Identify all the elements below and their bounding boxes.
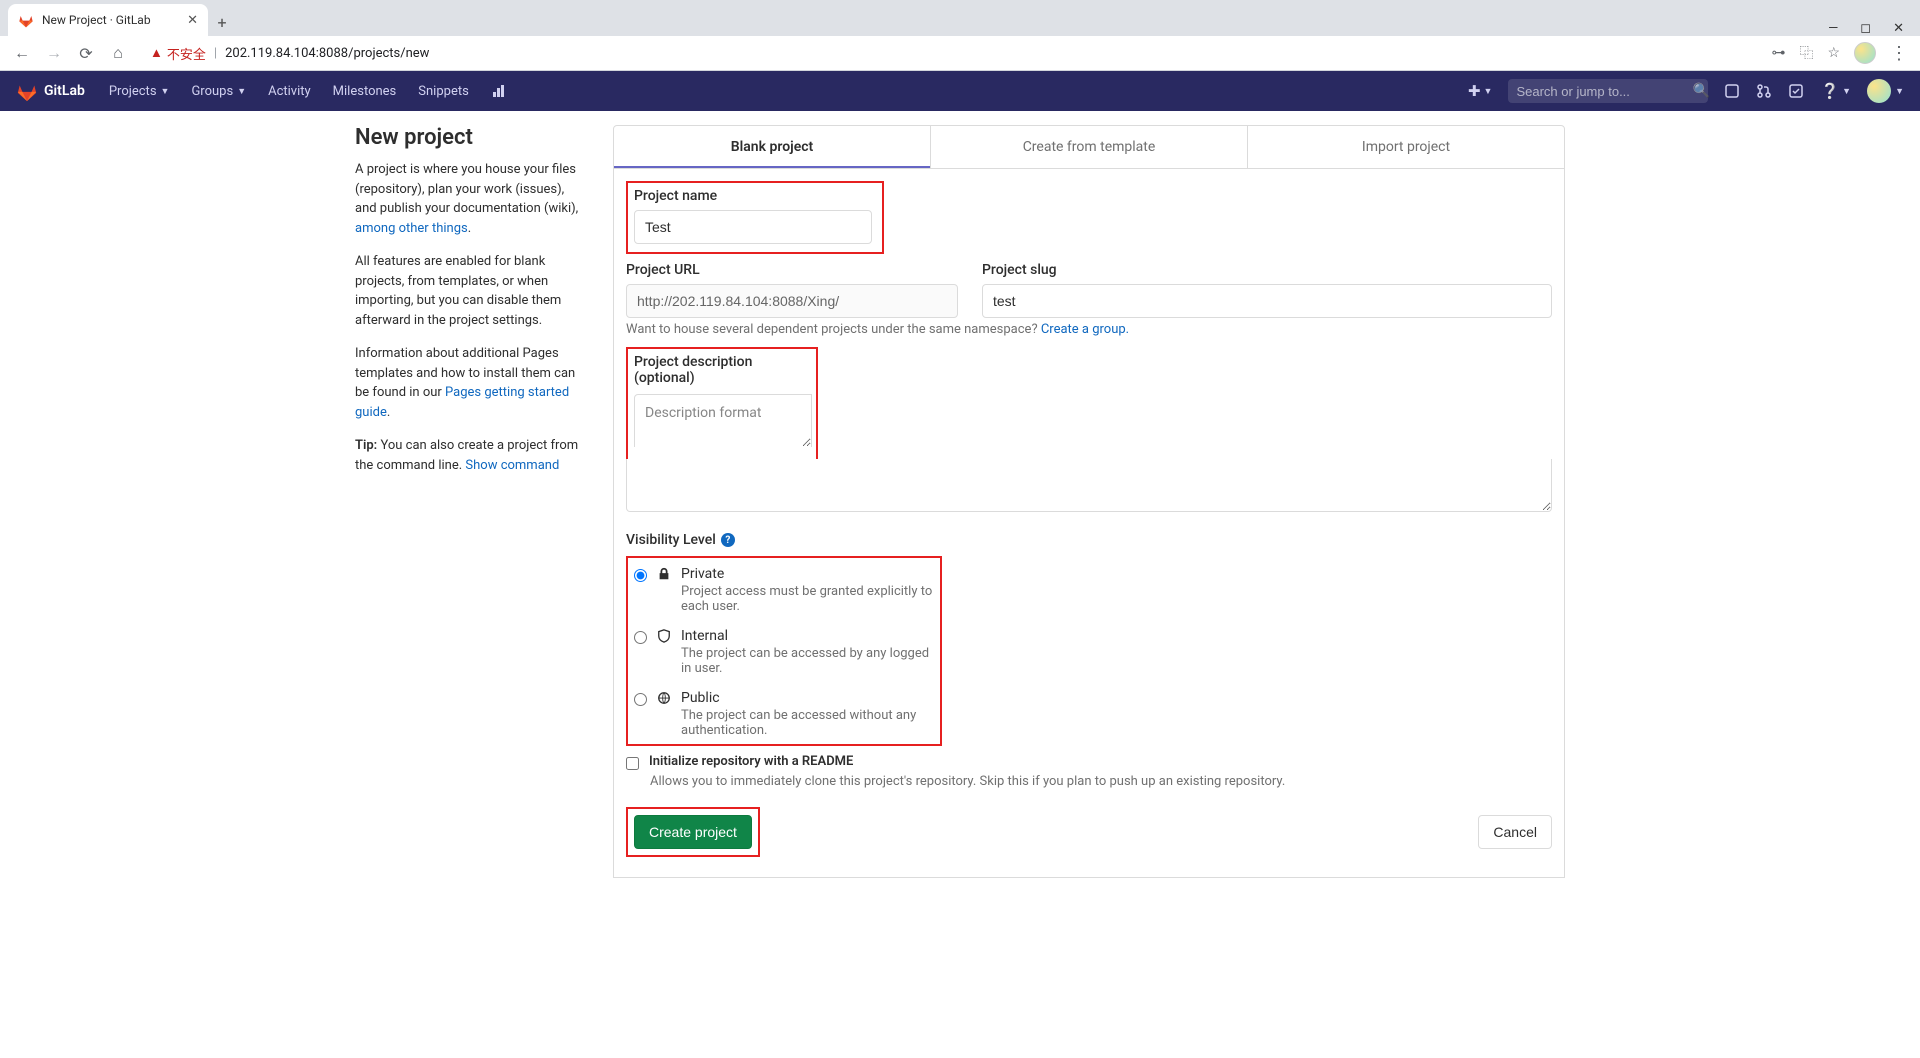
page-title: New project <box>355 125 583 150</box>
user-avatar-icon <box>1867 79 1891 103</box>
project-name-input[interactable] <box>634 210 872 244</box>
gitlab-favicon <box>18 12 34 28</box>
form-body: Project name Project URL Project slug Wa… <box>613 169 1565 878</box>
visibility-level-label: Visibility Level ? <box>626 532 1552 548</box>
navbar-search[interactable]: 🔍 <box>1508 79 1708 103</box>
among-other-things-link[interactable]: among other things <box>355 221 468 236</box>
sidebar-intro: A project is where you house your files … <box>355 160 583 238</box>
browser-toolbar: ← → ⟳ ⌂ ▲ 不安全 | 202.119.84.104:8088/proj… <box>0 36 1920 71</box>
lock-icon <box>657 567 671 581</box>
highlight-visibility: Private Project access must be granted e… <box>626 556 942 746</box>
nav-home-icon[interactable]: ⌂ <box>108 43 128 63</box>
tab-blank-project[interactable]: Blank project <box>614 126 931 168</box>
create-group-link[interactable]: Create a group. <box>1041 322 1129 337</box>
highlight-create-button: Create project <box>626 807 760 857</box>
toolbar-right-icons: ⊶ ⿻ ☆ ⋮ <box>1771 42 1908 64</box>
insecure-warning: ▲ 不安全 <box>150 44 206 63</box>
project-url-input[interactable] <box>626 284 958 318</box>
visibility-radio-private[interactable] <box>634 569 647 582</box>
new-tab-button[interactable]: + <box>208 8 236 36</box>
chart-icon <box>491 83 507 99</box>
form-actions: Create project Cancel <box>626 807 1552 857</box>
issues-icon[interactable] <box>1724 83 1740 99</box>
project-slug-input[interactable] <box>982 284 1552 318</box>
namespace-hint: Want to house several dependent projects… <box>626 322 1552 337</box>
chevron-down-icon: ▼ <box>237 86 246 97</box>
nav-milestones[interactable]: Milestones <box>323 73 407 109</box>
window-close-icon[interactable]: ✕ <box>1893 21 1904 36</box>
sidebar-pages-note: Information about additional Pages templ… <box>355 344 583 422</box>
cancel-button[interactable]: Cancel <box>1478 815 1552 849</box>
globe-icon <box>657 691 671 705</box>
project-slug-label: Project slug <box>982 262 1552 278</box>
project-name-label: Project name <box>634 188 876 204</box>
gitlab-navbar: GitLab Projects▼ Groups▼ Activity Milest… <box>0 71 1920 111</box>
sidebar-column: New project A project is where you house… <box>355 125 583 878</box>
highlight-description: Project description (optional) <box>626 347 818 461</box>
navbar-right: ✚ ▼ 🔍 ❔▼ ▼ <box>1468 79 1904 103</box>
nav-groups[interactable]: Groups▼ <box>181 73 256 109</box>
nav-back-icon[interactable]: ← <box>12 43 32 63</box>
browser-menu-icon[interactable]: ⋮ <box>1890 43 1908 64</box>
address-bar[interactable]: ▲ 不安全 | 202.119.84.104:8088/projects/new <box>140 44 1759 63</box>
help-icon[interactable]: ? <box>721 533 735 547</box>
nav-projects[interactable]: Projects▼ <box>99 73 180 109</box>
project-type-tabs: Blank project Create from template Impor… <box>613 125 1565 169</box>
help-icon[interactable]: ❔▼ <box>1820 82 1851 100</box>
window-controls: — ◻ ✕ <box>1828 21 1920 36</box>
create-project-button[interactable]: Create project <box>634 815 752 849</box>
visibility-option-public[interactable]: Public The project can be accessed witho… <box>634 686 934 742</box>
show-command-link[interactable]: Show command <box>465 458 559 473</box>
key-icon[interactable]: ⊶ <box>1771 45 1785 61</box>
plus-dropdown-icon[interactable]: ✚ ▼ <box>1468 82 1493 100</box>
search-icon: 🔍 <box>1692 83 1709 99</box>
tab-import-project[interactable]: Import project <box>1248 126 1564 168</box>
nav-operations-icon[interactable] <box>481 73 517 109</box>
sidebar-tip: Tip: You can also create a project from … <box>355 436 583 475</box>
project-url-label: Project URL <box>626 262 958 278</box>
visibility-option-private[interactable]: Private Project access must be granted e… <box>634 562 934 624</box>
profile-avatar-icon[interactable] <box>1854 42 1876 64</box>
url-slug-row: Project URL Project slug <box>626 262 1552 318</box>
main-column: Blank project Create from template Impor… <box>613 125 1565 878</box>
project-description-full[interactable] <box>626 459 1552 512</box>
chevron-down-icon: ▼ <box>161 86 170 97</box>
nav-forward-icon[interactable]: → <box>44 43 64 63</box>
project-description-input[interactable] <box>634 394 812 447</box>
merge-requests-icon[interactable] <box>1756 83 1772 99</box>
nav-snippets[interactable]: Snippets <box>408 73 479 109</box>
page-container: New project A project is where you house… <box>355 111 1565 878</box>
window-minimize-icon[interactable]: — <box>1828 21 1838 36</box>
user-menu[interactable]: ▼ <box>1867 79 1904 103</box>
tab-strip: New Project · GitLab ✕ + — ◻ ✕ <box>0 0 1920 36</box>
browser-chrome: New Project · GitLab ✕ + — ◻ ✕ ← → ⟳ ⌂ ▲… <box>0 0 1920 71</box>
tab-title: New Project · GitLab <box>42 13 151 27</box>
readme-description: Allows you to immediately clone this pro… <box>650 774 1552 789</box>
readme-checkbox-row[interactable]: Initialize repository with a README <box>626 754 1552 770</box>
sidebar-features-note: All features are enabled for blank proje… <box>355 252 583 330</box>
gitlab-logo-icon <box>16 80 38 102</box>
project-description-label: Project description (optional) <box>634 354 810 386</box>
nav-reload-icon[interactable]: ⟳ <box>76 44 96 63</box>
visibility-radio-public[interactable] <box>634 693 647 706</box>
shield-icon <box>657 629 671 643</box>
translate-icon[interactable]: ⿻ <box>1799 43 1813 63</box>
initialize-readme-label: Initialize repository with a README <box>649 754 853 769</box>
nav-activity[interactable]: Activity <box>258 73 321 109</box>
highlight-project-name: Project name <box>626 181 884 254</box>
url-text: 202.119.84.104:8088/projects/new <box>225 46 429 61</box>
window-maximize-icon[interactable]: ◻ <box>1860 21 1871 36</box>
chevron-down-icon: ▼ <box>1895 86 1904 97</box>
visibility-option-internal[interactable]: Internal The project can be accessed by … <box>634 624 934 686</box>
search-input[interactable] <box>1516 84 1692 99</box>
tab-create-from-template[interactable]: Create from template <box>931 126 1248 168</box>
browser-tab[interactable]: New Project · GitLab ✕ <box>8 4 208 36</box>
bookmark-star-icon[interactable]: ☆ <box>1827 45 1840 61</box>
navbar-links: Projects▼ Groups▼ Activity Milestones Sn… <box>99 73 517 109</box>
gitlab-logo[interactable]: GitLab <box>16 80 85 102</box>
initialize-readme-checkbox[interactable] <box>626 757 639 770</box>
tab-close-icon[interactable]: ✕ <box>187 13 198 28</box>
todos-icon[interactable] <box>1788 83 1804 99</box>
visibility-radio-internal[interactable] <box>634 631 647 644</box>
